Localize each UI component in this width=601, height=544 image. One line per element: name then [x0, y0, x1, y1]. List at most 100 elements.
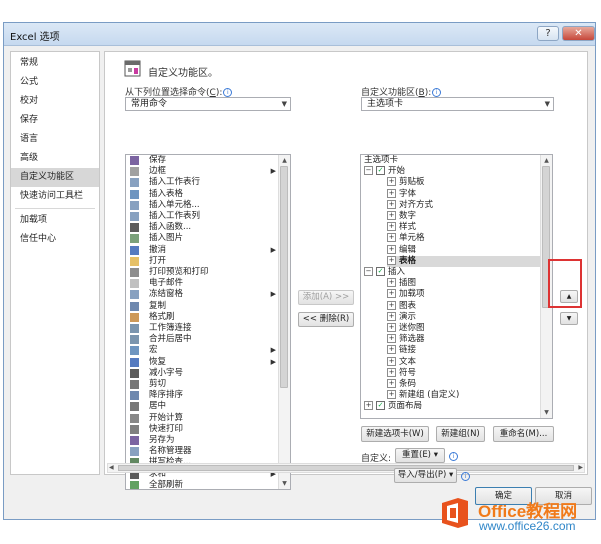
command-item[interactable]: 插入单元格... — [126, 200, 278, 211]
command-item[interactable]: 居中 — [126, 401, 278, 412]
expand-icon[interactable]: + — [364, 401, 373, 411]
rename-button[interactable]: 重命名(M)... — [493, 426, 554, 442]
expand-icon[interactable]: + — [387, 367, 396, 377]
command-item[interactable]: 插入表格 — [126, 189, 278, 200]
expand-icon[interactable]: + — [387, 233, 396, 243]
remove-button[interactable]: << 删除(R) — [298, 312, 354, 327]
command-item[interactable]: 插入工作表列 — [126, 211, 278, 222]
nav-item[interactable]: 加载项 — [11, 211, 99, 230]
ribbon-group-node[interactable]: + 演示 — [387, 311, 540, 323]
command-item[interactable]: 插入工作表行 — [126, 177, 278, 188]
ribbon-group-node[interactable]: + 对齐方式 — [387, 199, 540, 211]
nav-item[interactable]: 语言 — [11, 130, 99, 149]
nav-item[interactable]: 常规 — [11, 54, 99, 73]
command-item[interactable]: 撤消 ▶ — [126, 245, 278, 256]
commands-source-dropdown[interactable]: 常用命令 ▼ — [125, 97, 291, 111]
scroll-right-icon[interactable]: ▶ — [578, 464, 583, 471]
add-button[interactable]: 添加(A) >> — [298, 290, 354, 305]
ribbon-group-node[interactable]: + 数字 — [387, 211, 540, 222]
new-group-button[interactable]: 新建组(N) — [436, 426, 485, 442]
command-item[interactable]: 格式刷 — [126, 312, 278, 323]
ribbon-group-node[interactable]: + 表格 — [387, 255, 540, 267]
close-button[interactable]: ✕ — [562, 26, 595, 41]
nav-item[interactable]: 自定义功能区 — [11, 168, 99, 187]
command-item[interactable]: 工作簿连接 — [126, 323, 278, 334]
tab-checkbox[interactable]: ✓ — [376, 267, 385, 276]
ribbon-group-node[interactable]: + 字体 — [387, 188, 540, 200]
command-item[interactable]: 剪切 — [126, 379, 278, 390]
expand-icon[interactable]: + — [387, 334, 396, 344]
command-item[interactable]: 冻结窗格 ▶ — [126, 289, 278, 300]
command-item[interactable]: 插入图片 — [126, 233, 278, 244]
ribbon-tab-node[interactable]: − ✓ 开始 — [364, 166, 540, 177]
expand-icon[interactable]: + — [387, 390, 396, 400]
command-item[interactable]: 合并后居中 — [126, 334, 278, 345]
nav-item[interactable]: 公式 — [11, 73, 99, 92]
command-item[interactable]: 复制 — [126, 301, 278, 312]
ribbon-group-node[interactable]: + 筛选器 — [387, 334, 540, 345]
import-export-button[interactable]: 导入/导出(P) ▾ — [394, 468, 457, 483]
command-item[interactable]: 宏 ▶ — [126, 345, 278, 356]
horizontal-thumb[interactable] — [118, 465, 574, 471]
new-tab-button[interactable]: 新建选项卡(W) — [361, 426, 429, 442]
reset-button[interactable]: 重置(E) ▾ — [395, 448, 445, 463]
expand-icon[interactable]: + — [387, 211, 396, 220]
expand-icon[interactable]: + — [387, 345, 396, 355]
command-item[interactable]: 全部刷新 — [126, 480, 278, 489]
scroll-left-icon[interactable]: ◀ — [109, 464, 114, 471]
scroll-up-icon[interactable]: ▲ — [279, 155, 290, 166]
ribbon-group-node[interactable]: + 迷你图 — [387, 323, 540, 334]
expand-icon[interactable]: + — [387, 289, 396, 299]
command-item[interactable]: 电子邮件 — [126, 278, 278, 289]
command-item[interactable]: 另存为 — [126, 435, 278, 446]
ribbon-group-node[interactable]: + 插图 — [387, 278, 540, 289]
expand-icon[interactable]: + — [387, 188, 396, 198]
tree-scroll-down-icon[interactable]: ▼ — [541, 407, 552, 418]
nav-item[interactable]: 高级 — [11, 149, 99, 168]
command-item[interactable]: 边框 ▶ — [126, 166, 278, 177]
ribbon-group-node[interactable]: + 加载项 — [387, 289, 540, 300]
nav-item[interactable]: 保存 — [11, 111, 99, 130]
command-item[interactable]: 名称管理器 — [126, 446, 278, 457]
ribbon-group-node[interactable]: + 剪贴板 — [387, 177, 540, 188]
ribbon-tabs-dropdown[interactable]: 主选项卡 ▼ — [361, 97, 554, 111]
expand-icon[interactable]: + — [387, 199, 396, 209]
ribbon-group-node[interactable]: + 条码 — [387, 379, 540, 390]
command-item[interactable]: 开始计算 — [126, 413, 278, 424]
ribbon-tab-node[interactable]: 主选项卡 — [364, 155, 540, 166]
command-item[interactable]: 打印预览和打印 — [126, 267, 278, 278]
collapse-icon[interactable]: − — [364, 166, 373, 176]
expand-icon[interactable]: + — [387, 356, 396, 366]
command-item[interactable]: 降序排序 — [126, 390, 278, 401]
command-item[interactable]: 插入函数... — [126, 222, 278, 233]
nav-item[interactable]: 快速访问工具栏 — [11, 187, 99, 206]
collapse-icon[interactable]: − — [364, 267, 373, 276]
command-item[interactable]: 减小字号 — [126, 368, 278, 379]
command-item[interactable]: 打开 — [126, 256, 278, 267]
ribbon-group-node[interactable]: + 样式 — [387, 222, 540, 233]
commands-scrollbar[interactable]: ▲ ▼ — [278, 155, 290, 489]
ribbon-group-node[interactable]: + 文本 — [387, 356, 540, 368]
command-item[interactable]: 快速打印 — [126, 424, 278, 435]
tab-checkbox[interactable]: ✓ — [376, 401, 385, 411]
ribbon-tab-node[interactable]: − ✓ 插入 — [364, 267, 540, 278]
expand-icon[interactable]: + — [387, 255, 396, 265]
expand-icon[interactable]: + — [387, 177, 396, 187]
pane-horizontal-scrollbar[interactable]: ◀ ▶ — [107, 463, 585, 473]
ribbon-group-node[interactable]: + 单元格 — [387, 233, 540, 244]
ribbon-group-node[interactable]: + 链接 — [387, 345, 540, 356]
scroll-thumb[interactable] — [280, 166, 288, 388]
command-item[interactable]: 恢复 ▶ — [126, 357, 278, 368]
tab-checkbox[interactable]: ✓ — [376, 166, 385, 176]
ribbon-group-node[interactable]: + 图表 — [387, 300, 540, 312]
ribbon-group-node[interactable]: + 新建组 (自定义) — [387, 390, 540, 401]
expand-icon[interactable]: + — [387, 244, 396, 254]
expand-icon[interactable]: + — [387, 311, 396, 321]
help-button[interactable]: ? — [537, 26, 559, 41]
ribbon-group-node[interactable]: + 编辑 — [387, 244, 540, 256]
command-item[interactable]: 保存 — [126, 155, 278, 166]
expand-icon[interactable]: + — [387, 379, 396, 388]
nav-item[interactable]: 信任中心 — [11, 230, 99, 249]
move-down-button[interactable]: ▼ — [560, 312, 578, 325]
ribbon-group-node[interactable]: + 符号 — [387, 367, 540, 379]
